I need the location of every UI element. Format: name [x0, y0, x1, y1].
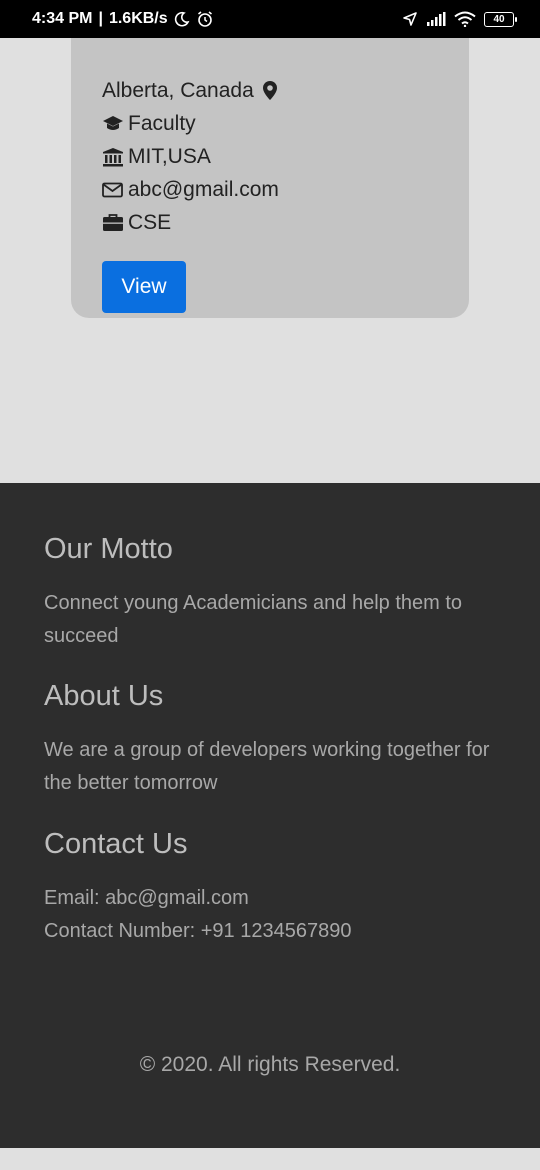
institution-icon: [102, 147, 128, 167]
email-text: abc@gmail.com: [128, 177, 279, 201]
status-bar: 4:34 PM | 1.6KB/s 40: [0, 0, 540, 38]
bottom-strip: [0, 1148, 540, 1170]
email-row: abc@gmail.com: [102, 173, 438, 206]
moon-icon: [174, 11, 190, 27]
status-left: 4:34 PM | 1.6KB/s: [32, 10, 214, 28]
network-speed: 1.6KB/s: [108, 10, 168, 27]
footer: Our Motto Connect young Academicians and…: [0, 483, 540, 1148]
contact-email: Email: abc@gmail.com: [44, 887, 249, 909]
graduation-cap-icon: [102, 115, 128, 133]
department-text: CSE: [128, 210, 172, 234]
wifi-icon: [454, 11, 476, 27]
signal-icon: [426, 11, 446, 27]
briefcase-icon: [102, 213, 128, 232]
contact-heading: Contact Us: [44, 828, 188, 860]
alarm-icon: [196, 10, 214, 28]
motto-text: Connect young Academicians and help them…: [44, 592, 463, 647]
department-row: CSE: [102, 206, 438, 239]
battery-icon: 40: [484, 11, 517, 27]
location-arrow-icon: [402, 11, 418, 27]
role-text: Faculty: [128, 111, 196, 135]
contact-number: Contact Number: +91 1234567890: [44, 920, 352, 942]
view-button[interactable]: View: [102, 261, 186, 313]
copyright-text: © 2020. All rights Reserved.: [139, 1053, 401, 1076]
location-text: Alberta, Canada: [102, 78, 254, 102]
status-right: 40: [402, 11, 517, 27]
institution-text: MIT,USA: [128, 144, 211, 168]
about-heading: About Us: [44, 680, 164, 712]
status-time: 4:34 PM: [32, 10, 93, 27]
role-row: Faculty: [102, 107, 438, 140]
battery-level: 40: [493, 13, 505, 25]
about-text: We are a group of developers working tog…: [44, 739, 490, 794]
motto-heading: Our Motto: [44, 533, 173, 565]
status-separator: |: [98, 10, 103, 27]
profile-card: Alberta, Canada Faculty MIT,USA abc@gmai…: [71, 38, 469, 318]
envelope-icon: [102, 182, 128, 198]
location-row: Alberta, Canada: [102, 74, 438, 107]
map-pin-icon: [262, 80, 278, 101]
institution-row: MIT,USA: [102, 140, 438, 173]
